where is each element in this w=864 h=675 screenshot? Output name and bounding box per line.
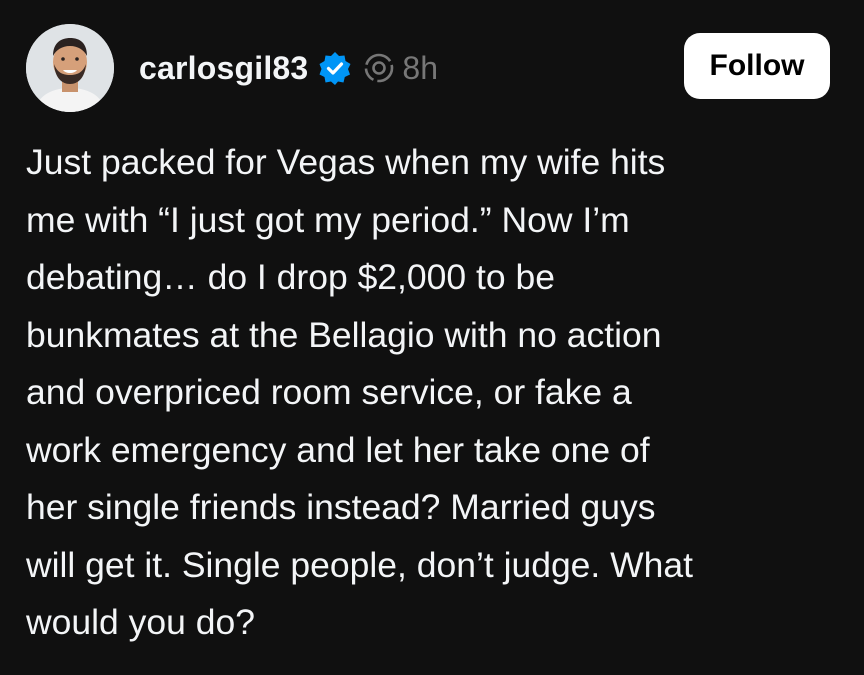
- post-timestamp: 8h: [402, 49, 438, 86]
- username-link[interactable]: carlosgil83: [139, 50, 308, 87]
- post-text-line: bunkmates at the Bellagio with no action: [26, 314, 662, 355]
- post-text-line: will get it. Single people, don’t judge.…: [26, 544, 694, 585]
- post-body: Just packed for Vegas when my wife hits …: [26, 134, 826, 652]
- post-text-line: me with “I just got my period.” Now I’m: [26, 199, 630, 240]
- post-text-line: debating… do I drop $2,000 to be: [26, 257, 555, 297]
- thread-post: carlosgil83 8h Follow Just packed for Ve…: [0, 0, 864, 675]
- post-text-line: and overpriced room service, or fake a: [26, 372, 632, 412]
- follow-button[interactable]: Follow: [684, 33, 830, 99]
- post-text-line: Just packed for Vegas when my wife hits: [26, 142, 666, 182]
- verified-badge-icon: [318, 51, 352, 85]
- threads-icon: [362, 51, 396, 85]
- post-text-line: work emergency and let her take one of: [26, 429, 650, 470]
- post-text-line: would you do?: [26, 602, 255, 642]
- post-text-line: her single friends instead? Married guys: [26, 487, 656, 527]
- avatar[interactable]: [26, 24, 114, 112]
- post-meta: carlosgil83 8h: [139, 46, 438, 90]
- post-header: carlosgil83 8h Follow: [26, 24, 830, 112]
- person-avatar-icon: [26, 24, 114, 112]
